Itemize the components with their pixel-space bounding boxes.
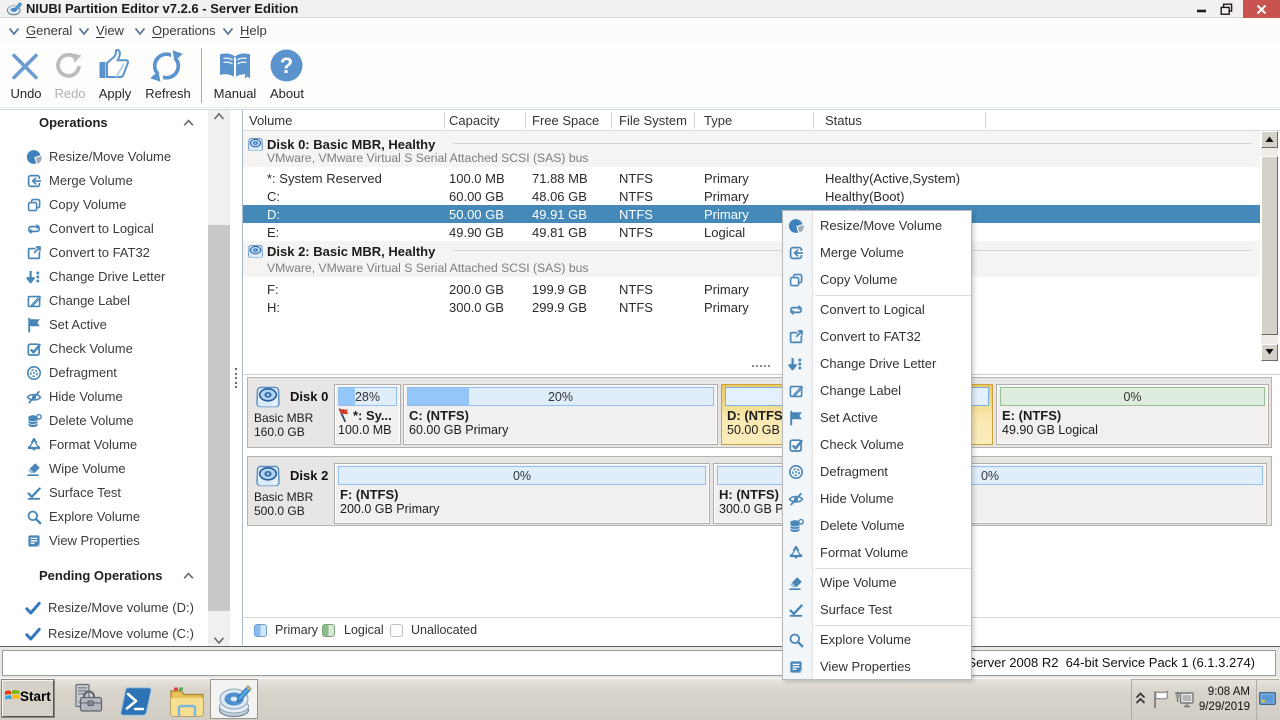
svg-text:?: ? xyxy=(280,53,293,78)
